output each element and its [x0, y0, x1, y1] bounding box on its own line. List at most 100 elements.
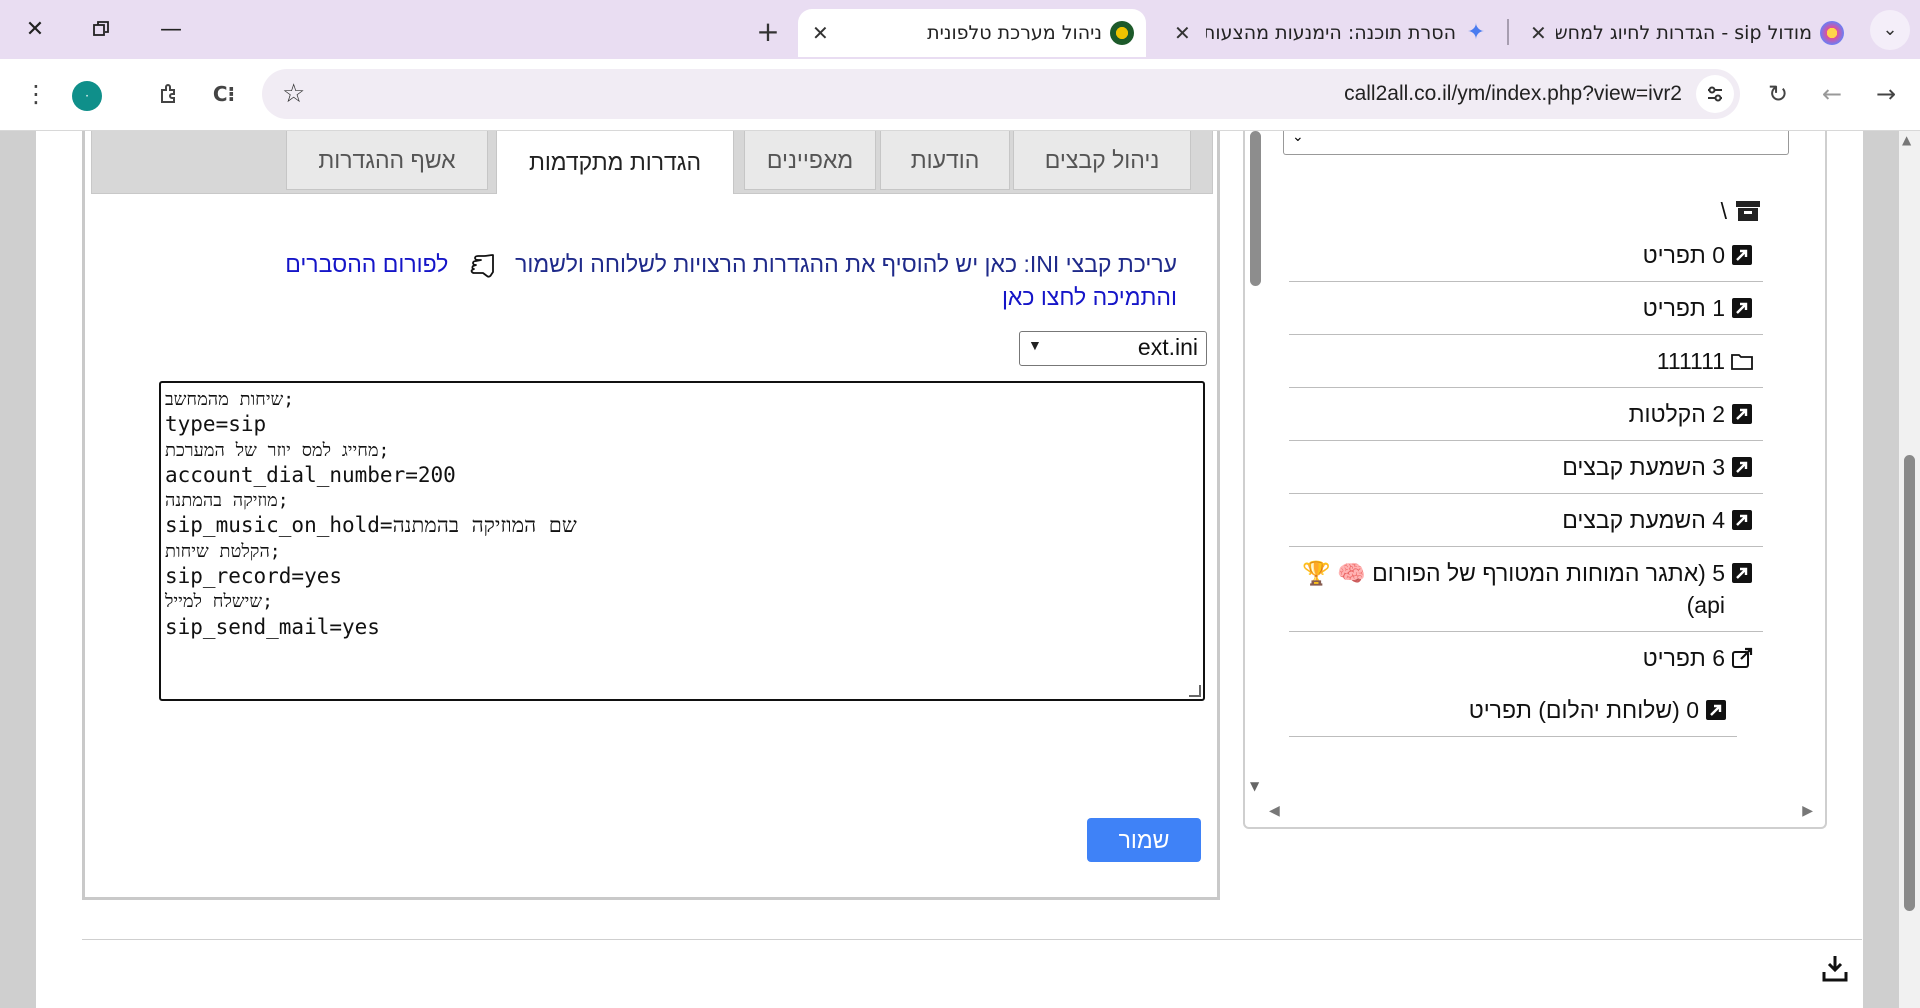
browser-tab-bar: ✕ — + ניהול מערכת טלפונית ✕ ✦ הסרת תוכנה…: [0, 0, 1920, 59]
new-tab-button[interactable]: +: [750, 14, 786, 50]
browser-toolbar: ⋮ · C⁝ ☆ call2all.co.il/ym/index.php?vie…: [0, 59, 1920, 131]
tree-horizontal-scrollbar[interactable]: ◀ ▶: [1263, 803, 1819, 821]
tab-close-icon[interactable]: ✕: [1174, 21, 1191, 45]
tree-item[interactable]: 4 השמעת קבצים: [1289, 494, 1763, 547]
tree-item-label: 2 הקלטות: [1628, 401, 1725, 427]
forward-arrow-icon[interactable]: →: [1866, 74, 1906, 114]
divider: [82, 939, 1862, 940]
editor-line: ;הקלטת שיחות: [165, 540, 281, 562]
editor-line: ;מוזיקה בהמתנה: [165, 490, 289, 512]
reload-icon[interactable]: ↻: [1758, 74, 1798, 114]
archive-box-icon: [1736, 201, 1760, 221]
shortcut-icon: [1732, 510, 1752, 530]
tree-scrollbar-thumb[interactable]: [1250, 131, 1261, 286]
tab-settings-wizard[interactable]: אשף ההגדרות: [286, 131, 488, 190]
tree-item-label: 0 תפריט: [1642, 242, 1725, 268]
tree-item[interactable]: 0 (שלוחת יהלום) תפריט: [1289, 684, 1737, 737]
ini-heading: עריכת קבצי INI: כאן יש להוסיף את ההגדרות…: [515, 251, 1177, 278]
tree-item[interactable]: 111111: [1289, 335, 1763, 388]
shortcut-icon: [1732, 298, 1752, 318]
tree-select[interactable]: ⌄: [1283, 131, 1789, 155]
editor-line: ;שישלח למייל: [165, 591, 273, 613]
editor-line: ;שיחות מהמחשב: [165, 389, 295, 410]
page-content: ניהול קבצים הודעות מאפיינים הגדרות מתקדמ…: [36, 131, 1863, 1008]
tab-uninstall[interactable]: ✦ הסרת תוכנה: הימנעות מהצעות ✕: [1160, 9, 1500, 57]
resize-grip-icon[interactable]: [1189, 685, 1201, 697]
forum-favicon-icon: [1820, 21, 1844, 45]
tree-root[interactable]: \: [1289, 193, 1785, 229]
ini-file-select[interactable]: ext.ini ▼: [1019, 331, 1207, 366]
scroll-right-arrow-icon[interactable]: ▶: [1802, 803, 1813, 819]
page-viewport: ניהול קבצים הודעות מאפיינים הגדרות מתקדמ…: [0, 131, 1920, 1008]
tab-close-icon[interactable]: ✕: [1530, 21, 1547, 45]
extensions-icon[interactable]: [150, 74, 190, 114]
tab-close-icon[interactable]: ✕: [812, 21, 829, 45]
tree-item[interactable]: 3 השמעת קבצים: [1289, 441, 1763, 494]
scroll-up-arrow-icon[interactable]: ▲: [1902, 133, 1911, 147]
tree-scrollbar[interactable]: ▼: [1245, 131, 1263, 821]
ini-heading-block: עריכת קבצי INI: כאן יש להוסיף את ההגדרות…: [197, 249, 1177, 311]
page-scrollbar[interactable]: ▲: [1899, 131, 1920, 1008]
address-bar[interactable]: ☆ call2all.co.il/ym/index.php?view=ivr2: [262, 69, 1740, 119]
tree-item[interactable]: 2 הקלטות: [1289, 388, 1763, 441]
site-favicon-icon: [1110, 21, 1134, 45]
shortcut-icon: [1732, 563, 1752, 583]
shortcut-icon: [1732, 404, 1752, 424]
folder-icon: [1731, 354, 1753, 370]
chevron-down-icon: ⌄: [1292, 131, 1304, 145]
external-link-icon: [1732, 647, 1753, 668]
tree-item[interactable]: 1 תפריט: [1289, 282, 1763, 335]
chevron-down-icon: ▼: [1028, 337, 1042, 353]
shortcut-icon: [1732, 245, 1752, 265]
editor-line: ;מחייג למס יוזר של המערכת: [165, 439, 390, 461]
editor-line: sip_music_on_hold=שם המוזיקה בהמתנה: [165, 513, 577, 538]
editor-line: sip_record=yes: [165, 564, 343, 589]
panel-tabs: ניהול קבצים הודעות מאפיינים הגדרות מתקדמ…: [91, 131, 1213, 194]
tree-item-label: 5 (אתגר המוחות המטורף של הפורום 🧠 🏆 api): [1302, 560, 1725, 618]
tree-item-label: 4 השמעת קבצים: [1562, 507, 1725, 533]
save-button[interactable]: שמור: [1087, 818, 1201, 862]
tree-item[interactable]: 6 תפריט: [1289, 632, 1763, 684]
tree-item[interactable]: 0 תפריט: [1289, 229, 1763, 282]
site-settings-icon[interactable]: [1696, 75, 1734, 113]
tree-item-label: 111111: [1656, 348, 1725, 374]
tab-title: ניהול מערכת טלפונית: [927, 22, 1102, 44]
tree-item-label: 0 (שלוחת יהלום) תפריט: [1468, 697, 1699, 723]
tab-phone-system[interactable]: ניהול מערכת טלפונית ✕: [798, 9, 1146, 57]
scroll-left-arrow-icon[interactable]: ◀: [1269, 803, 1280, 819]
tab-title: הסרת תוכנה: הימנעות מהצעות: [1206, 22, 1456, 44]
download-icon[interactable]: [1822, 954, 1848, 982]
tab-messages[interactable]: הודעות: [880, 131, 1010, 190]
tree-item[interactable]: 5 (אתגר המוחות המטורף של הפורום 🧠 🏆 api): [1289, 547, 1763, 632]
bookmark-star-icon[interactable]: ☆: [282, 79, 305, 109]
minimize-window-icon[interactable]: —: [150, 12, 192, 46]
tab-advanced-settings[interactable]: הגדרות מתקדמות: [496, 131, 734, 194]
tree-item-label: 1 תפריט: [1642, 295, 1725, 321]
restore-window-icon[interactable]: [80, 12, 122, 46]
profile-avatar[interactable]: ·: [72, 81, 102, 111]
page-scrollbar-thumb[interactable]: [1904, 455, 1915, 911]
close-window-icon[interactable]: ✕: [14, 12, 56, 46]
ini-file-value: ext.ini: [1137, 334, 1198, 360]
editor-line: type=sip: [165, 412, 267, 437]
url-text: call2all.co.il/ym/index.php?view=ivr2: [1344, 82, 1682, 105]
folder-tree-panel: ⌄ ▼ ◀ ▶ \ 0 תפריט 1 תפריט 111111 2 הקלטו…: [1243, 131, 1827, 829]
scroll-down-arrow-icon[interactable]: ▼: [1250, 779, 1259, 793]
tree-item-label: 3 השמעת קבצים: [1562, 454, 1725, 480]
kebab-menu-icon[interactable]: ⋮: [16, 74, 56, 114]
tab-search-chevron-icon[interactable]: ⌄: [1870, 10, 1910, 50]
back-arrow-icon[interactable]: ←: [1812, 74, 1852, 114]
gemini-sparkle-icon: ✦: [1466, 20, 1486, 45]
tab-properties[interactable]: מאפיינים: [744, 131, 876, 190]
editor-line: sip_send_mail=yes: [165, 614, 380, 639]
tab-title: מודול sip - הגדרות לחיוג למחשב: [1556, 22, 1812, 44]
tree-item-label: 6 תפריט: [1642, 645, 1725, 671]
settings-panel: ניהול קבצים הודעות מאפיינים הגדרות מתקדמ…: [82, 131, 1220, 900]
tab-file-management[interactable]: ניהול קבצים: [1013, 131, 1191, 190]
pointing-hand-icon: [470, 254, 494, 278]
copilot-icon[interactable]: C⁝: [204, 74, 244, 114]
shortcut-icon: [1706, 700, 1726, 720]
tab-sip-module[interactable]: מודול sip - הגדרות לחיוג למחשב ✕: [1516, 9, 1856, 57]
ini-editor-textarea[interactable]: ;שיחות מהמחשב type=sip ;מחייג למס יוזר ש…: [159, 381, 1205, 701]
tree-list: \ 0 תפריט 1 תפריט 111111 2 הקלטות 3 השמע…: [1289, 193, 1785, 737]
